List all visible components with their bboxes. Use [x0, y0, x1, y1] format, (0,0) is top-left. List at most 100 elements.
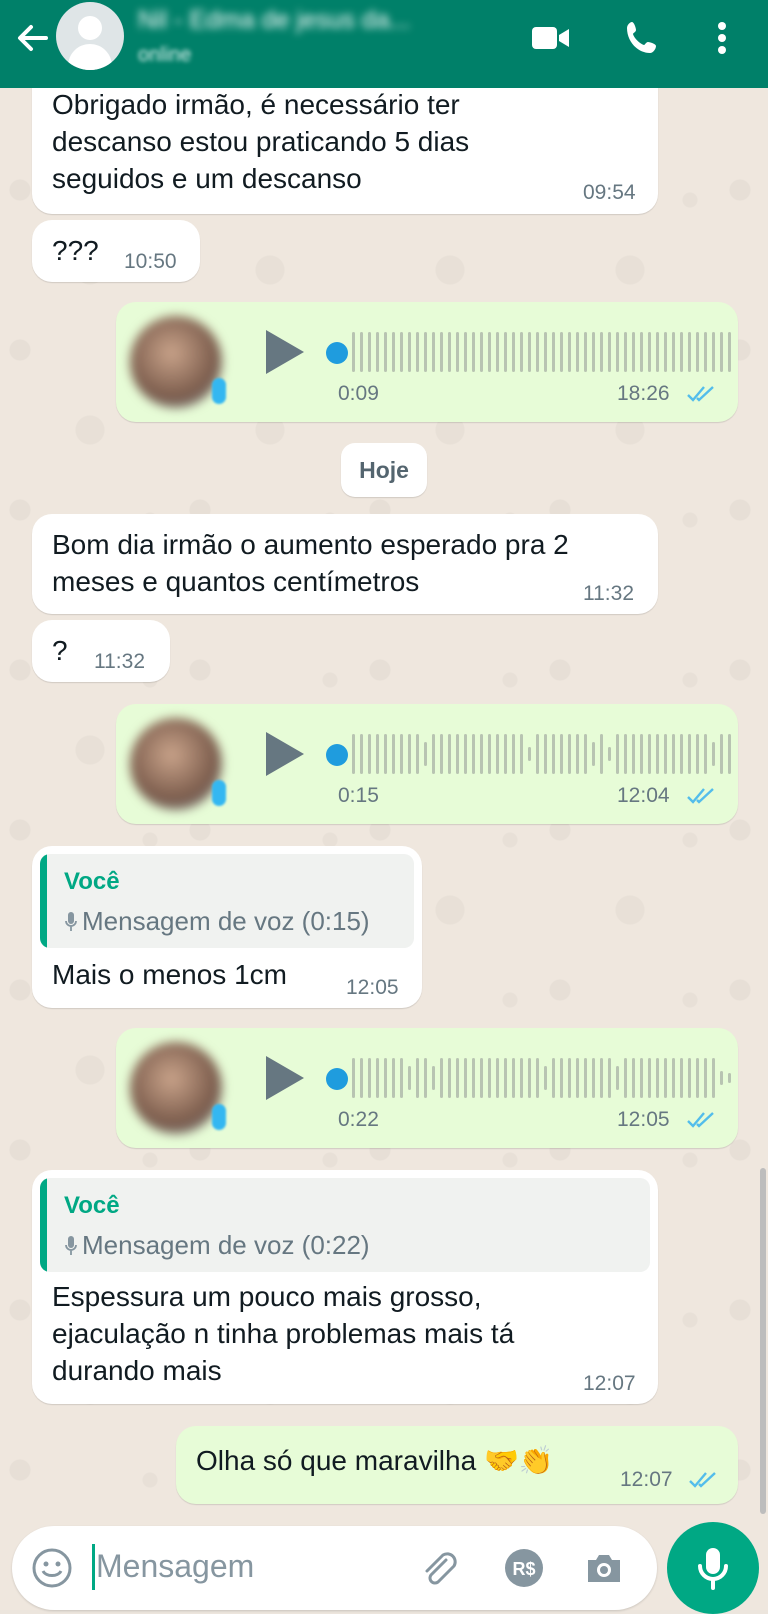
voice-waveform[interactable] [352, 1056, 731, 1100]
waveform-bar [552, 734, 555, 774]
waveform-bar [384, 734, 387, 774]
message-input[interactable]: Mensagem [96, 1548, 254, 1585]
waveform-bar [648, 734, 651, 774]
voice-message-outgoing[interactable]: 0:22 12:05 [116, 1028, 738, 1148]
waveform-bar [392, 734, 395, 774]
waveform-bar [640, 332, 643, 372]
waveform-bar [632, 332, 635, 372]
voice-message-outgoing[interactable]: 0:09 18:26 [116, 302, 738, 422]
waveform-bar [576, 734, 579, 774]
scrollbar[interactable] [760, 1168, 766, 1514]
waveform-bar [496, 734, 499, 774]
quote-text: Mensagem de voz (0:15) [64, 906, 370, 937]
message-incoming[interactable]: ? 11:32 [32, 620, 170, 682]
message-incoming-reply[interactable]: Você Mensagem de voz (0:22) Espessura um… [32, 1170, 658, 1404]
waveform-bar [408, 332, 411, 372]
waveform-bar [424, 332, 427, 372]
svg-text:R$: R$ [512, 1559, 535, 1579]
camera-icon[interactable] [582, 1546, 626, 1590]
message-text: Olha só que maravilha 🤝👏 [196, 1445, 554, 1476]
video-call-icon[interactable] [528, 16, 572, 60]
voice-progress-dot[interactable] [326, 1068, 348, 1090]
voice-waveform[interactable] [352, 330, 731, 374]
quoted-message[interactable]: Você Mensagem de voz (0:15) [40, 854, 414, 948]
waveform-bar [632, 1058, 635, 1098]
waveform-bar [472, 1058, 475, 1098]
double-check-icon [689, 1472, 716, 1488]
message-text: Bom dia irmão o aumento esperado pra 2 m… [52, 529, 569, 597]
quoted-message[interactable]: Você Mensagem de voz (0:22) [40, 1178, 650, 1272]
waveform-bar [648, 1058, 651, 1098]
waveform-bar [584, 332, 587, 372]
play-icon[interactable] [266, 330, 304, 374]
message-time: 12:07 [583, 1372, 636, 1395]
waveform-bar [568, 1058, 571, 1098]
play-icon[interactable] [266, 732, 304, 776]
waveform-bar [712, 742, 715, 766]
voice-record-button[interactable] [667, 1522, 759, 1614]
waveform-bar [480, 332, 483, 372]
phone-icon[interactable] [620, 16, 664, 60]
waveform-bar [672, 734, 675, 774]
message-text: Espessura um pouco mais grosso, ejaculaç… [52, 1281, 515, 1386]
waveform-bar [520, 1058, 523, 1098]
message-incoming-reply[interactable]: Você Mensagem de voz (0:15) Mais o menos… [32, 846, 422, 1008]
message-incoming[interactable]: Obrigado irmão, é necessário ter descans… [32, 80, 658, 214]
mic-small-icon [65, 1236, 77, 1255]
mic-badge-icon [212, 1104, 226, 1130]
double-check-icon [687, 1112, 714, 1128]
waveform-bar [464, 1058, 467, 1098]
waveform-bar [376, 332, 379, 372]
waveform-bar [544, 1066, 547, 1090]
attach-icon[interactable] [416, 1546, 460, 1590]
pix-icon[interactable]: R$ [502, 1546, 546, 1590]
text-caret [92, 1544, 95, 1590]
waveform-bar [552, 1058, 555, 1098]
message-incoming[interactable]: ??? 10:50 [32, 220, 200, 282]
back-arrow-icon[interactable] [12, 18, 52, 58]
mic-badge-icon [212, 780, 226, 806]
waveform-bar [488, 734, 491, 774]
waveform-bar [424, 742, 427, 766]
waveform-bar [568, 734, 571, 774]
emoji-handshake-clap: 🤝👏 [483, 1445, 554, 1476]
quote-author: Você [64, 868, 120, 895]
voice-message-outgoing[interactable]: 0:15 12:04 [116, 704, 738, 824]
message-time: 10:50 [124, 250, 177, 273]
waveform-bar [512, 1058, 515, 1098]
more-vert-icon[interactable] [702, 16, 742, 60]
waveform-bar [640, 734, 643, 774]
waveform-bar [504, 1058, 507, 1098]
waveform-bar [360, 1058, 363, 1098]
contact-name[interactable]: Nil - Edma de jesus da... [138, 6, 410, 35]
contact-avatar[interactable] [56, 2, 124, 70]
waveform-bar [360, 332, 363, 372]
waveform-bar [456, 1058, 459, 1098]
waveform-bar [688, 1058, 691, 1098]
waveform-bar [704, 332, 707, 372]
voice-waveform[interactable] [352, 732, 731, 776]
message-time: 11:32 [583, 582, 634, 605]
waveform-bar [680, 1058, 683, 1098]
waveform-bar [592, 742, 595, 766]
voice-progress-dot[interactable] [326, 342, 348, 364]
waveform-bar [448, 1058, 451, 1098]
voice-progress-dot[interactable] [326, 744, 348, 766]
waveform-bar [600, 1058, 603, 1098]
waveform-bar [536, 734, 539, 774]
waveform-bar [472, 332, 475, 372]
waveform-bar [704, 1058, 707, 1098]
voice-duration: 0:09 [338, 382, 379, 405]
waveform-bar [376, 1058, 379, 1098]
waveform-bar [592, 332, 595, 372]
waveform-bar [536, 332, 539, 372]
message-incoming[interactable]: Bom dia irmão o aumento esperado pra 2 m… [32, 514, 658, 614]
waveform-bar [480, 1058, 483, 1098]
waveform-bar [624, 1058, 627, 1098]
waveform-bar [728, 1073, 731, 1083]
sender-avatar [130, 1042, 222, 1134]
message-outgoing[interactable]: Olha só que maravilha 🤝👏 12:07 [176, 1426, 738, 1504]
play-icon[interactable] [266, 1056, 304, 1100]
double-check-icon [687, 386, 714, 402]
emoji-icon[interactable] [30, 1546, 74, 1590]
